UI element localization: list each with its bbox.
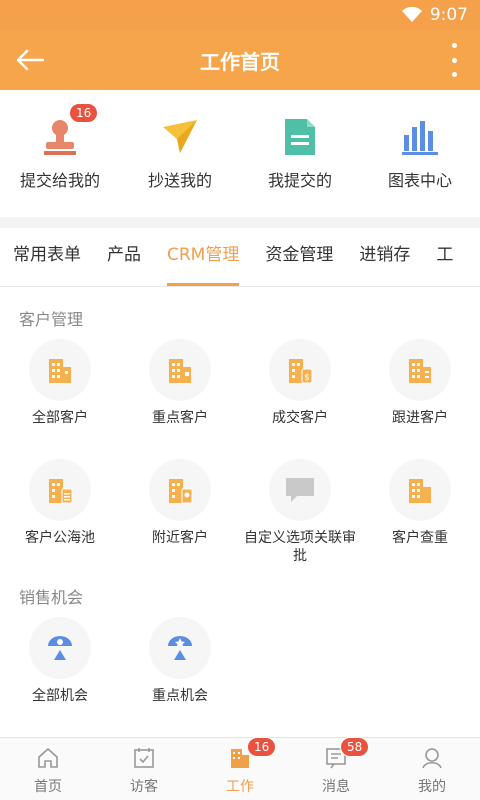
grid-item-label: 跟进客户 [392, 410, 448, 426]
opportunity-star-icon [168, 636, 192, 660]
tab-funds[interactable]: 资金管理 [252, 228, 346, 286]
grid-item-label: 附近客户 [152, 530, 208, 546]
quick-item-cc-to-me[interactable]: 抄送我的 [120, 117, 240, 191]
grid-item-label: 重点客户 [152, 410, 208, 426]
nav-messages[interactable]: 58 消息 [288, 737, 384, 800]
grid-item-label: 成交客户 [272, 410, 328, 426]
grid-item-key-customers[interactable]: 重点客户 [120, 339, 240, 459]
quick-item-my-submissions[interactable]: 我提交的 [240, 117, 360, 191]
quick-item-submitted-to-me[interactable]: 16 提交给我的 [0, 103, 120, 191]
nav-visitors[interactable]: 访客 [96, 738, 192, 800]
section-title: 销售机会 [19, 588, 84, 607]
tab-more[interactable]: 工 [423, 228, 466, 286]
bottom-nav: 首页 访客 16 工作 58 消息 我的 [0, 737, 480, 800]
arrow-left-icon [16, 49, 44, 71]
building-list-icon [49, 479, 73, 504]
work-badge: 16 [247, 737, 277, 757]
app-bar: 工作首页 [0, 30, 480, 90]
quick-item-label: 提交给我的 [19, 171, 100, 190]
calendar-check-icon [134, 748, 154, 768]
grid-item-customer-pool[interactable]: 客户公海池 [0, 459, 120, 579]
nav-label: 消息 [322, 779, 350, 795]
grid-item-label: 全部机会 [32, 688, 88, 704]
grid-item-custom-approval[interactable]: 自定义选项关联审批 [240, 459, 360, 579]
grid-item-all-customers[interactable]: 全部客户 [0, 339, 120, 459]
tab-inventory[interactable]: 进销存 [346, 228, 423, 286]
divider [0, 217, 480, 228]
paper-plane-icon [163, 120, 197, 153]
messages-badge: 58 [340, 737, 370, 757]
tab-products[interactable]: 产品 [94, 228, 154, 286]
building-location-icon [169, 479, 193, 504]
quick-item-label: 图表中心 [387, 171, 452, 190]
status-bar: 9:07 [0, 0, 480, 30]
section-title: 客户管理 [19, 310, 84, 329]
page-title: 工作首页 [200, 49, 280, 74]
more-options-button[interactable] [442, 43, 466, 77]
category-tabs: 常用表单 产品 CRM管理 资金管理 进销存 工 [0, 228, 480, 287]
chat-bubble-icon [286, 478, 314, 502]
grid-item-label: 全部客户 [32, 410, 88, 426]
submitted-badge: 16 [69, 103, 99, 123]
status-time: 9:07 [429, 5, 468, 25]
quick-actions: 16 提交给我的 抄送我的 我提交的 图表中心 [0, 90, 480, 217]
opportunity-icon [48, 636, 72, 660]
grid-item-customer-dedup[interactable]: 客户查重 [360, 459, 480, 579]
tab-common-forms[interactable]: 常用表单 [0, 228, 94, 286]
home-icon [38, 747, 58, 768]
bar-chart-icon [402, 121, 438, 155]
tab-crm[interactable]: CRM管理 [154, 228, 252, 286]
building-star-icon [169, 359, 191, 383]
nav-label: 我的 [418, 779, 446, 795]
grid-item-label: 重点机会 [152, 688, 208, 704]
grid-item-follow-customers[interactable]: 跟进客户 [360, 339, 480, 459]
quick-item-label: 抄送我的 [147, 171, 212, 190]
user-icon [422, 748, 442, 769]
opportunity-grid: 全部机会 重点机会 [0, 617, 480, 737]
nav-label: 首页 [34, 779, 62, 795]
grid-item-label: 客户公海池 [25, 530, 95, 546]
building-search-icon [409, 479, 431, 503]
document-icon [285, 119, 315, 155]
grid-item-nearby-customers[interactable]: 附近客户 [120, 459, 240, 579]
quick-item-label: 我提交的 [267, 171, 332, 190]
grid-item-label: 客户查重 [392, 530, 448, 546]
nav-home[interactable]: 首页 [0, 738, 96, 800]
grid-item-all-opportunities[interactable]: 全部机会 [0, 617, 120, 737]
building-follow-icon [409, 359, 431, 383]
wifi-icon [401, 7, 422, 22]
grid-item-closed-customers[interactable]: $ 成交客户 [240, 339, 360, 459]
customer-grid: 全部客户 重点客户 $ 成交客户 跟进客户 客户公海池 附近客户 自定义选项关联… [0, 339, 480, 579]
nav-me[interactable]: 我的 [384, 738, 480, 800]
building-dollar-icon: $ [289, 359, 313, 384]
stamp-icon [44, 120, 76, 155]
back-button[interactable] [0, 30, 60, 90]
nav-label: 工作 [226, 779, 254, 795]
grid-item-key-opportunities[interactable]: 重点机会 [120, 617, 240, 737]
quick-item-chart-center[interactable]: 图表中心 [360, 117, 480, 191]
svg-text:$: $ [304, 373, 310, 383]
building-icon [49, 359, 71, 383]
nav-work[interactable]: 16 工作 [192, 737, 288, 800]
nav-label: 访客 [130, 779, 158, 795]
grid-item-label: 自定义选项关联审批 [244, 530, 356, 564]
